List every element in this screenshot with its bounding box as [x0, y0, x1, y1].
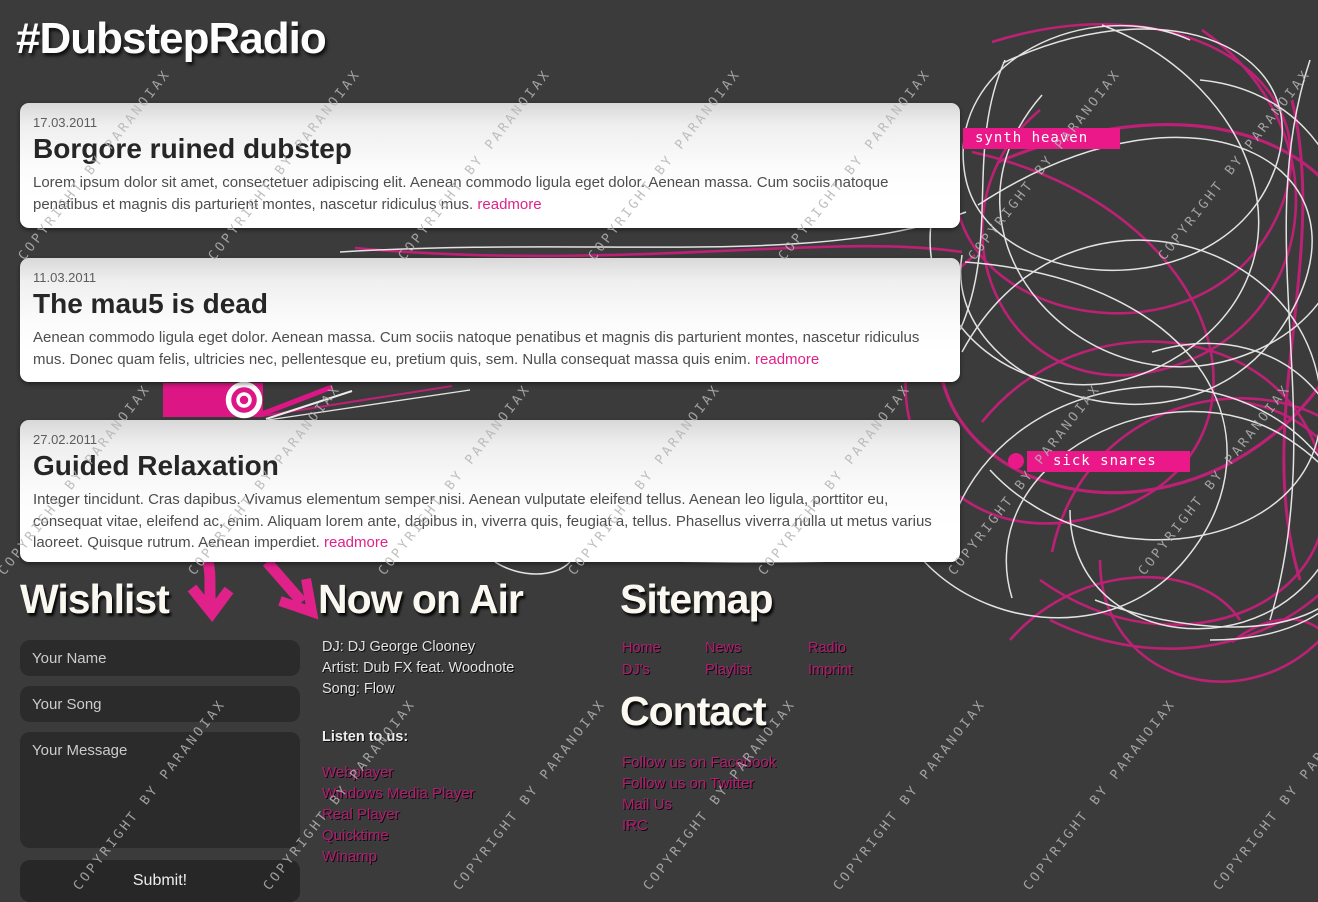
- link-webplayer[interactable]: Webplayer: [322, 762, 475, 783]
- news-date: 11.03.2011: [33, 270, 97, 285]
- news-body: Integer tincidunt. Cras dapibus. Vivamus…: [33, 491, 932, 551]
- news-card: 27.02.2011 Guided Relaxation Integer tin…: [20, 420, 960, 562]
- link-winamp[interactable]: Winamp: [322, 846, 475, 867]
- sitemap-link-playlist[interactable]: Playlist: [705, 660, 808, 681]
- news-title: Guided Relaxation: [33, 450, 279, 481]
- contact-link-mail[interactable]: Mail Us: [622, 794, 776, 815]
- link-windows-media-player[interactable]: Windows Media Player: [322, 783, 475, 804]
- link-quicktime[interactable]: Quicktime: [322, 825, 475, 846]
- contact-links: Follow us on Facebook Follow us on Twitt…: [622, 752, 776, 836]
- doodle-arrows: [187, 554, 319, 623]
- contact-link-twitter[interactable]: Follow us on Twitter: [622, 773, 776, 794]
- contact-link-irc[interactable]: IRC: [622, 815, 776, 836]
- song-input[interactable]: [20, 686, 300, 722]
- tag-synth-heaven: synth heaven: [963, 128, 1120, 149]
- sitemap-link-home[interactable]: Home: [622, 638, 705, 659]
- arrow-down-right-icon: [262, 558, 307, 606]
- message-textarea[interactable]: [20, 732, 300, 848]
- artist-line: Artist: Dub FX feat. Woodnote: [322, 660, 515, 676]
- news-title: The mau5 is dead: [33, 288, 268, 319]
- listen-to-us-label: Listen to us:: [322, 729, 409, 745]
- news-title: Borgore ruined dubstep: [33, 133, 352, 164]
- submit-button[interactable]: Submit!: [20, 860, 300, 902]
- sitemap-link-news[interactable]: News: [705, 638, 808, 659]
- news-card: 17.03.2011 Borgore ruined dubstep Lorem …: [20, 103, 960, 228]
- sitemap-link-radio[interactable]: Radio: [808, 638, 918, 659]
- sitemap-heading: Sitemap: [620, 576, 773, 622]
- sitemap-link-djs[interactable]: DJ's: [622, 660, 705, 681]
- dj-line: DJ: DJ George Clooney: [322, 639, 476, 655]
- contact-link-facebook[interactable]: Follow us on Facebook: [622, 752, 776, 773]
- readmore-link[interactable]: readmore: [324, 534, 388, 551]
- news-date: 17.03.2011: [33, 115, 98, 130]
- news-body: Lorem ipsum dolor sit amet, consectetuer…: [33, 174, 889, 213]
- record-logo-scrap: [163, 381, 353, 420]
- player-links: Webplayer Windows Media Player Real Play…: [322, 762, 475, 867]
- now-on-air-info: DJ: DJ George Clooney Artist: Dub FX fea…: [322, 637, 514, 700]
- tag-sick-snares: sick snares: [1027, 451, 1190, 472]
- sitemap-link-imprint[interactable]: Imprint: [808, 660, 918, 681]
- link-real-player[interactable]: Real Player: [322, 804, 475, 825]
- sitemap-links: Home News Radio DJ's Playlist Imprint: [622, 638, 918, 681]
- site-title: #DubstepRadio: [16, 14, 327, 63]
- wishlist-heading: Wishlist: [20, 576, 170, 622]
- contact-heading: Contact: [620, 688, 767, 734]
- readmore-link[interactable]: readmore: [477, 196, 541, 213]
- readmore-link[interactable]: readmore: [755, 351, 819, 368]
- news-date: 27.02.2011: [33, 432, 98, 447]
- pink-dot-icon: [1008, 453, 1024, 469]
- name-input[interactable]: [20, 640, 300, 676]
- song-line: Song: Flow: [322, 681, 395, 697]
- news-card: 11.03.2011 The mau5 is dead Aenean commo…: [20, 258, 960, 382]
- now-on-air-heading: Now on Air: [318, 576, 524, 622]
